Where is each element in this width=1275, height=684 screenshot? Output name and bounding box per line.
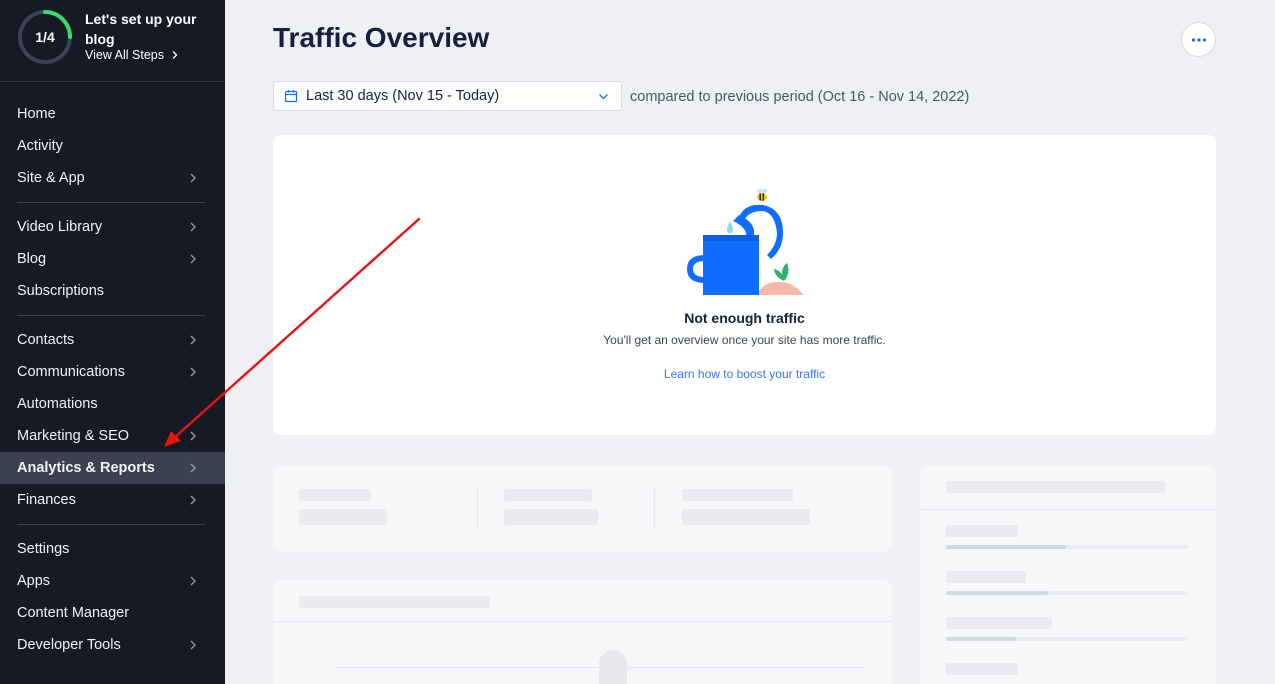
skeleton-bar bbox=[299, 489, 371, 501]
page-title: Traffic Overview bbox=[273, 22, 490, 53]
chevron-right-icon bbox=[190, 222, 196, 232]
sidebar-item-automations[interactable]: Automations bbox=[0, 388, 225, 420]
chevron-right-icon bbox=[173, 51, 178, 59]
skeleton-bar bbox=[299, 596, 490, 608]
sidebar-item-label: Site & App bbox=[17, 170, 85, 186]
sidebar-item-label: Contacts bbox=[17, 332, 75, 348]
date-range-select[interactable]: Last 30 days (Nov 15 - Today) bbox=[273, 81, 622, 111]
skeleton-fill bbox=[946, 637, 1016, 641]
skeleton-side-card bbox=[920, 465, 1216, 684]
skeleton-bar bbox=[682, 489, 793, 501]
setup-progress[interactable]: 1/4 Let's set up your blog View All Step… bbox=[0, 0, 225, 82]
sidebar-item-video-library[interactable]: Video Library bbox=[0, 211, 225, 243]
empty-state-subtitle: You'll get an overview once your site ha… bbox=[603, 333, 886, 347]
sidebar-item-content-manager[interactable]: Content Manager bbox=[0, 597, 225, 629]
sidebar-group: Settings Apps Content Manager Developer Too… bbox=[17, 533, 205, 669]
chevron-right-icon bbox=[190, 173, 196, 183]
skeleton-metrics-card bbox=[273, 465, 892, 552]
skeleton-fill bbox=[946, 545, 1066, 549]
compare-period-text: compared to previous period (Oct 16 - No… bbox=[630, 89, 970, 105]
skeleton-divider bbox=[654, 487, 655, 529]
more-dots-icon bbox=[1191, 37, 1206, 42]
empty-state-card: Not enough traffic You'll get an overvie… bbox=[273, 135, 1216, 435]
progress-label: 1/4 bbox=[35, 29, 55, 45]
sidebar-item-label: Settings bbox=[17, 541, 70, 557]
skeleton-bar bbox=[946, 481, 1165, 493]
setup-title: Let's set up your blog bbox=[85, 11, 197, 47]
skeleton-bar bbox=[599, 650, 627, 684]
skeleton-divider bbox=[920, 509, 1216, 510]
more-actions-button[interactable] bbox=[1181, 22, 1216, 57]
skeleton-bar bbox=[946, 571, 1026, 583]
chevron-right-icon bbox=[190, 576, 196, 586]
sidebar-item-developer-tools[interactable]: Developer Tools bbox=[0, 629, 225, 661]
sidebar-item-subscriptions[interactable]: Subscriptions bbox=[0, 275, 225, 307]
sidebar-item-label: Communications bbox=[17, 364, 125, 380]
skeleton-bar bbox=[504, 509, 598, 525]
sidebar-group: Contacts Communications Automations Marketi… bbox=[0, 324, 225, 525]
sidebar-nav: Home Activity Site & App Video Library Blog S… bbox=[0, 98, 225, 677]
skeleton-divider bbox=[477, 487, 478, 529]
calendar-icon bbox=[284, 90, 298, 103]
sidebar-item-label: Automations bbox=[17, 396, 98, 412]
sidebar-group: Video Library Blog Subscriptions bbox=[17, 211, 205, 316]
sidebar-item-label: Home bbox=[17, 106, 56, 122]
chevron-right-icon bbox=[190, 463, 196, 473]
chevron-right-icon bbox=[190, 335, 196, 345]
sidebar-item-label: Developer Tools bbox=[17, 637, 121, 653]
sidebar-item-label: Video Library bbox=[17, 219, 103, 235]
skeleton-bar bbox=[504, 489, 592, 501]
sidebar-item-label: Activity bbox=[17, 138, 63, 154]
sidebar-item-blog[interactable]: Blog bbox=[0, 243, 225, 275]
skeleton-bar bbox=[946, 663, 1018, 675]
sidebar-item-communications[interactable]: Communications bbox=[0, 356, 225, 388]
skeleton-chart-card bbox=[273, 580, 892, 684]
sidebar-item-contacts[interactable]: Contacts bbox=[0, 324, 225, 356]
sidebar-item-home[interactable]: Home bbox=[0, 98, 225, 130]
skeleton-bar bbox=[946, 525, 1018, 537]
sidebar-item-site-app[interactable]: Site & App bbox=[0, 162, 225, 194]
sidebar-item-activity[interactable]: Activity bbox=[0, 130, 225, 162]
empty-state-title: Not enough traffic bbox=[684, 310, 805, 326]
sidebar-item-analytics-reports[interactable]: Analytics & Reports bbox=[0, 452, 225, 484]
watering-can-illustration bbox=[687, 188, 803, 295]
skeleton-divider bbox=[273, 621, 892, 622]
sidebar-item-label: Finances bbox=[17, 492, 76, 508]
boost-traffic-link[interactable]: Learn how to boost your traffic bbox=[273, 367, 1216, 381]
chevron-down-icon bbox=[599, 94, 608, 100]
sidebar-item-label: Content Manager bbox=[17, 605, 130, 621]
sidebar-item-settings[interactable]: Settings bbox=[0, 533, 225, 565]
sidebar-item-label: Analytics & Reports bbox=[17, 460, 155, 476]
sidebar-item-label: Subscriptions bbox=[17, 283, 105, 299]
sidebar-item-label: Marketing & SEO bbox=[17, 428, 130, 444]
skeleton-bar bbox=[946, 617, 1052, 629]
chevron-right-icon bbox=[190, 254, 196, 264]
date-range-value: Last 30 days (Nov 15 - Today) bbox=[306, 88, 500, 104]
skeleton-fill bbox=[946, 591, 1048, 595]
chevron-right-icon bbox=[190, 367, 196, 377]
sidebar-item-label: Blog bbox=[17, 251, 47, 267]
chevron-right-icon bbox=[190, 495, 196, 505]
sidebar: 1/4 Let's set up your blog View All Step… bbox=[0, 0, 225, 684]
sidebar-item-label: Apps bbox=[17, 573, 51, 589]
skeleton-bar bbox=[299, 509, 387, 525]
chevron-right-icon bbox=[190, 431, 196, 441]
chevron-right-icon bbox=[190, 640, 196, 650]
sidebar-item-marketing-seo[interactable]: Marketing & SEO bbox=[0, 420, 225, 452]
sidebar-item-finances[interactable]: Finances bbox=[0, 484, 225, 516]
sidebar-item-apps[interactable]: Apps bbox=[0, 565, 225, 597]
skeleton-bar bbox=[682, 509, 810, 525]
view-all-steps-link[interactable]: View All Steps bbox=[85, 48, 180, 62]
sidebar-group: Home Activity Site & App bbox=[17, 98, 205, 203]
